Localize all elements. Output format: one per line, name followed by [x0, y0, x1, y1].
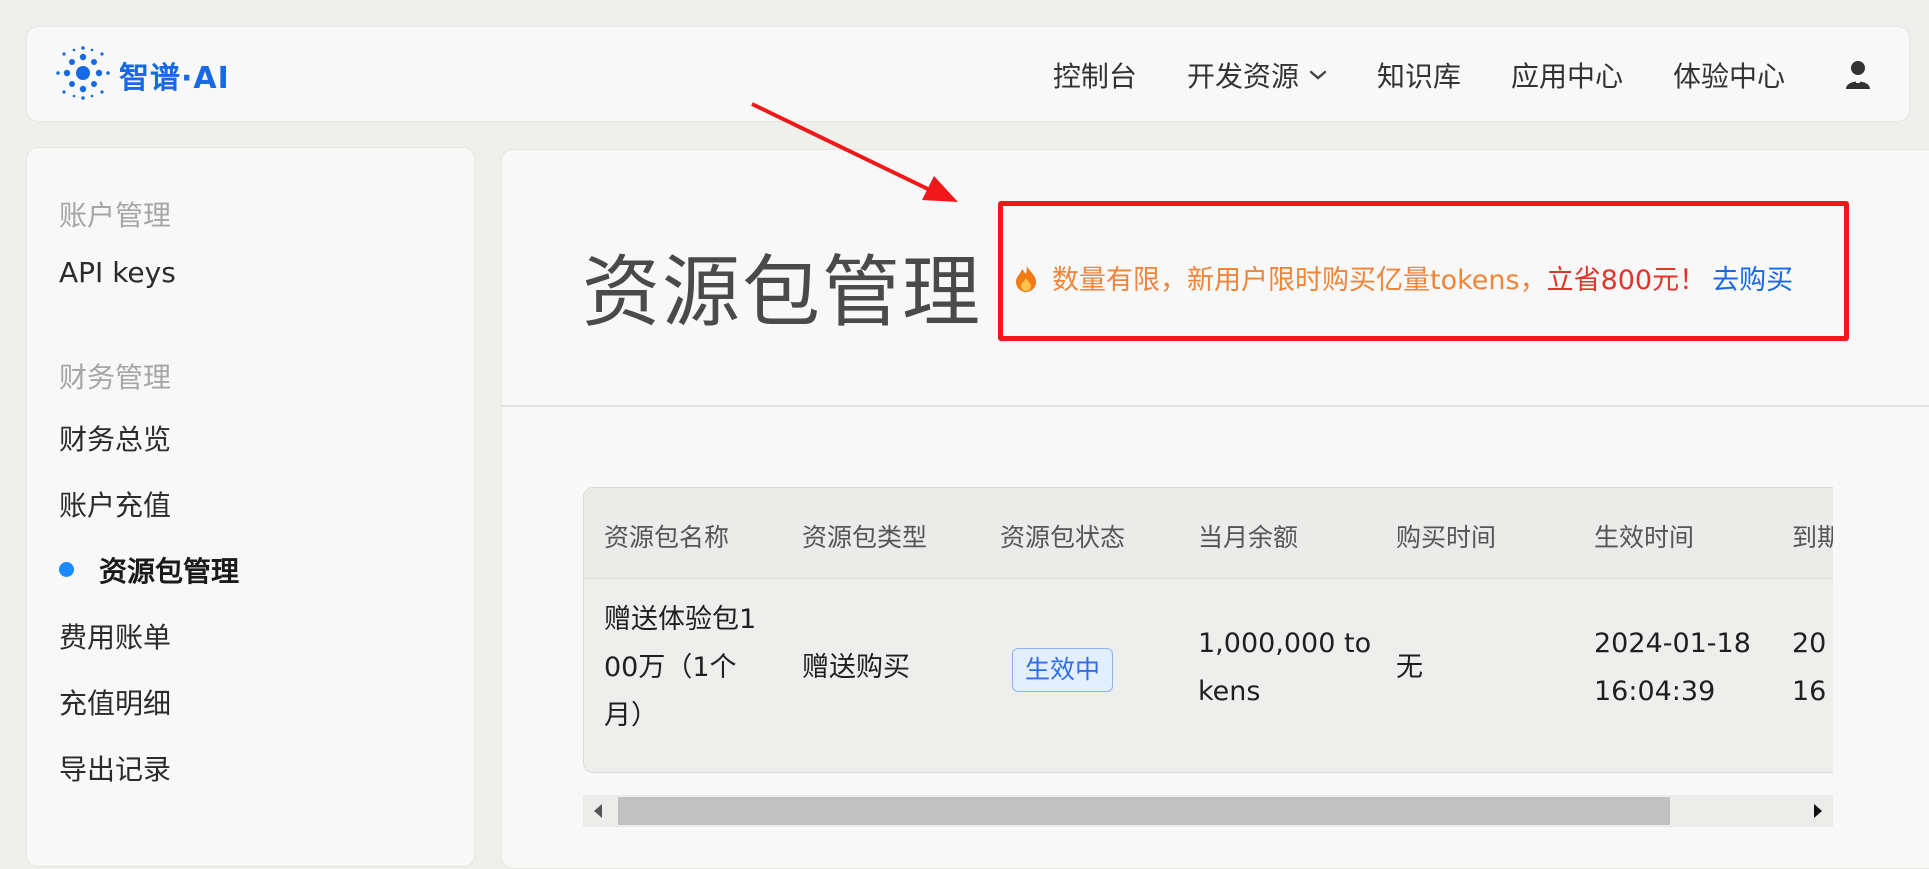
cell-pack-type: 赠送购买: [802, 652, 910, 683]
logo-text: 智谱·AI: [119, 61, 230, 96]
logo-icon: [55, 45, 111, 105]
nav-dev-resources-label: 开发资源: [1186, 60, 1299, 93]
cell-pack-name: 赠送体验包1 00万（1个 月）: [604, 596, 756, 740]
user-icon[interactable]: [1845, 60, 1871, 90]
sidebar-item-api-keys[interactable]: API keys: [59, 256, 176, 289]
fire-icon: [1014, 263, 1038, 293]
cell-expire-date: 20: [1792, 628, 1827, 659]
column-header-balance: 当月余额: [1198, 523, 1299, 552]
column-header-name: 资源包名称: [604, 523, 730, 552]
promo-text-savings: 立省800元！: [1546, 265, 1707, 296]
active-indicator-dot: [59, 562, 74, 577]
cell-expire-time: 20 16: [1792, 620, 1826, 716]
promo-text-main: 数量有限，新用户限时购买亿量tokens，: [1052, 265, 1547, 296]
page-title: 资源包管理: [582, 248, 983, 338]
nav-console[interactable]: 控制台: [1053, 55, 1137, 95]
nav-experience-center-label: 体验中心: [1672, 60, 1785, 93]
sidebar-item-bills[interactable]: 费用账单: [59, 616, 171, 656]
main-panel: 资源包管理 数量有限，新用户限时购买亿量tokens， 立省800元！ 去购买 …: [501, 149, 1929, 869]
cell-expire-clock: 16: [1792, 676, 1827, 707]
nav-experience-center[interactable]: 体验中心: [1673, 55, 1785, 95]
sidebar-item-finance-overview[interactable]: 财务总览: [59, 418, 171, 458]
sidebar-group-account: 账户管理: [59, 199, 172, 232]
scroll-right-icon[interactable]: [1813, 803, 1823, 823]
column-header-type: 资源包类型: [802, 523, 928, 552]
cell-effective-time: 2024-01-18 16:04:39: [1594, 620, 1751, 716]
cell-balance: 1,000,000 to kens: [1198, 620, 1371, 716]
buy-now-link[interactable]: 去购买: [1712, 258, 1793, 297]
chevron-down-icon: [1309, 69, 1327, 81]
section-divider: [502, 405, 1929, 407]
cell-purchase-time: 无: [1396, 652, 1423, 683]
status-badge: 生效中: [1012, 648, 1114, 692]
cell-pack-name-line3: 月）: [604, 700, 658, 731]
sidebar-group-finance: 财务管理: [59, 361, 172, 394]
column-header-effective-time: 生效时间: [1594, 523, 1695, 552]
column-header-expire-time: 到期: [1792, 523, 1833, 552]
sidebar-item-recharge-details[interactable]: 充值明细: [59, 682, 171, 722]
column-header-purchase-time: 购买时间: [1396, 523, 1497, 552]
table-header: 资源包名称 资源包类型 资源包状态 当月余额 购买时间 生效时间 到期: [584, 488, 1833, 579]
cell-balance-line1: 1,000,000 to: [1198, 628, 1372, 659]
nav-console-label: 控制台: [1052, 60, 1137, 93]
cell-balance-line2: kens: [1198, 676, 1261, 707]
main-nav: 控制台 开发资源 知识库 应用中心 体验中心: [1053, 27, 1909, 123]
sidebar-item-resource-packs[interactable]: 资源包管理: [99, 550, 239, 590]
column-header-status: 资源包状态: [1000, 523, 1126, 552]
cell-effective-date: 2024-01-18: [1594, 628, 1751, 659]
nav-app-center-label: 应用中心: [1510, 60, 1623, 93]
logo[interactable]: 智谱·AI: [55, 45, 230, 105]
top-navbar: 智谱·AI 控制台 开发资源 知识库 应用中心 体验中心: [26, 26, 1910, 122]
scrollbar-thumb[interactable]: [618, 797, 1670, 825]
nav-app-center[interactable]: 应用中心: [1511, 55, 1623, 95]
cell-pack-name-line1: 赠送体验包1: [604, 604, 757, 635]
promo-banner: 数量有限，新用户限时购买亿量tokens， 立省800元！ 去购买: [1014, 258, 1793, 297]
sidebar-item-export-records[interactable]: 导出记录: [59, 748, 171, 788]
nav-dev-resources[interactable]: 开发资源: [1187, 55, 1327, 95]
sidebar: 账户管理 API keys 财务管理 财务总览 账户充值 资源包管理 费用账单 …: [26, 147, 475, 867]
resource-pack-table: 资源包名称 资源包类型 资源包状态 当月余额 购买时间 生效时间 到期 赠送体验…: [583, 487, 1833, 773]
cell-pack-name-line2: 00万（1个: [604, 652, 737, 683]
scroll-left-icon[interactable]: [593, 803, 603, 823]
sidebar-item-recharge[interactable]: 账户充值: [59, 484, 171, 524]
horizontal-scrollbar[interactable]: [583, 795, 1833, 827]
nav-knowledge-base[interactable]: 知识库: [1377, 55, 1461, 95]
nav-knowledge-base-label: 知识库: [1376, 60, 1461, 93]
cell-effective-clock: 16:04:39: [1594, 676, 1716, 707]
